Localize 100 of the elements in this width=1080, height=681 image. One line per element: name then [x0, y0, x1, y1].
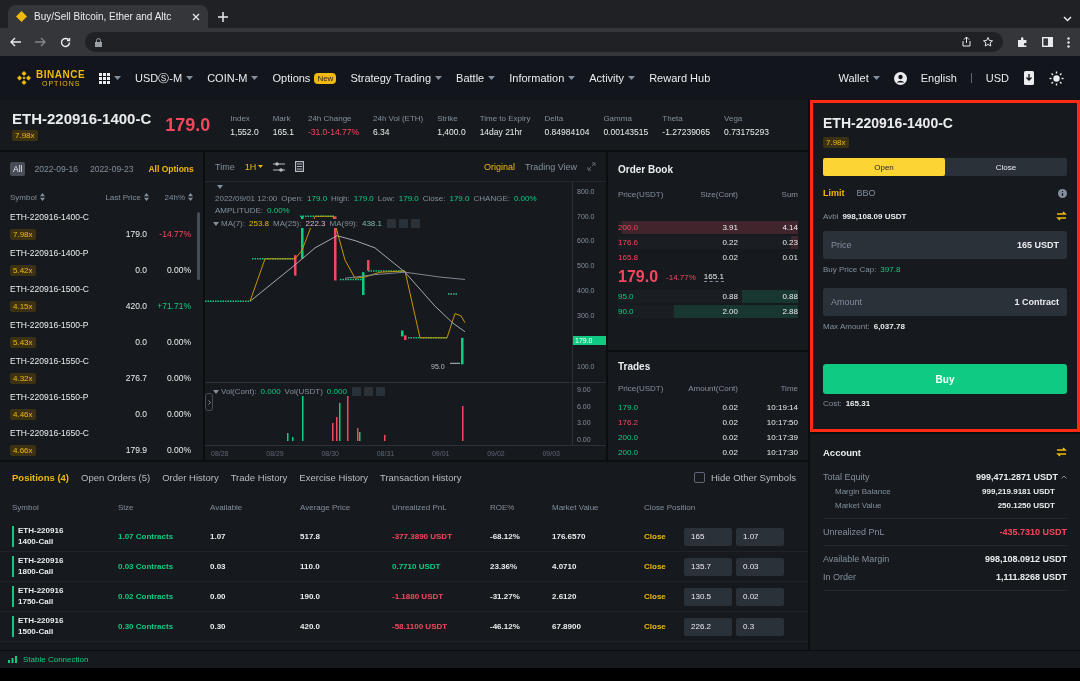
option-row[interactable]: ETH-220916-1550-C 4.32x 276.7 0.00%	[0, 352, 203, 388]
user-icon[interactable]	[893, 71, 907, 85]
chevron-down-icon[interactable]	[1063, 16, 1072, 22]
positions-tab[interactable]: Exercise History	[299, 471, 368, 483]
candle	[367, 260, 370, 271]
checkbox[interactable]	[694, 471, 705, 483]
option-row[interactable]: ETH-220916-1500-C 4.15x 420.0 +71.71%	[0, 280, 203, 316]
close-price-field[interactable]: 130.5	[684, 587, 732, 606]
positions-tab[interactable]: Order History	[162, 471, 219, 483]
puzzle-icon[interactable]	[1017, 36, 1028, 48]
expiry-filter[interactable]: 2022-09-23	[86, 162, 137, 176]
apps-menu-button[interactable]	[99, 72, 122, 84]
nav-menu-item[interactable]: Battle	[456, 72, 496, 84]
position-size: 0.02 Contracts	[118, 592, 175, 601]
column-header: Amount(Cont)	[687, 383, 738, 393]
option-price: 0.0	[134, 265, 147, 275]
sun-icon[interactable]	[1049, 70, 1064, 86]
positions-tab[interactable]: Positions (4)	[12, 471, 69, 483]
chevron-up-icon[interactable]	[1061, 475, 1067, 479]
new-badge: New	[314, 72, 337, 84]
collapse-icon[interactable]	[213, 221, 219, 226]
star-icon[interactable]	[983, 37, 993, 47]
close-price-field[interactable]: 135.7	[684, 557, 732, 576]
menu-icon[interactable]	[1067, 36, 1070, 48]
browser-tab[interactable]: Buy/Sell Bitcoin, Ether and Altc	[8, 5, 208, 28]
book-price[interactable]: 90.0	[618, 307, 678, 316]
nav-menu-item[interactable]: Activity	[589, 72, 636, 84]
close-price-field[interactable]: 226.2	[684, 617, 732, 636]
option-row[interactable]: ETH-220916-1550-P 4.46x 0.0 0.00%	[0, 388, 203, 424]
option-row[interactable]: ETH-220916-1650-C 4.66x 179.9 0.00%	[0, 424, 203, 460]
close-link[interactable]: Close	[644, 562, 680, 571]
swap-icon[interactable]	[1056, 211, 1067, 221]
side-tab[interactable]: Open	[823, 158, 945, 176]
close-amount-field[interactable]: 1.07	[736, 527, 784, 546]
sort-icon[interactable]	[39, 193, 45, 201]
sidebar-icon[interactable]	[1042, 37, 1053, 47]
nav-menu-item[interactable]: Strategy Trading	[350, 72, 443, 84]
book-price[interactable]: 200.0	[618, 223, 678, 232]
amount-field[interactable]: Amount 1 Contract	[823, 288, 1067, 316]
column-header: Size	[118, 502, 135, 512]
expiry-filter[interactable]: 2022-09-16	[31, 162, 81, 176]
close-link[interactable]: Close	[644, 622, 680, 631]
expand-icon[interactable]	[587, 162, 596, 171]
nav-menu-item[interactable]: USDⓈ-M	[135, 70, 194, 86]
positions-tab[interactable]: Open Orders (5)	[81, 471, 151, 483]
info-icon[interactable]	[1058, 188, 1067, 198]
chart-view-tab[interactable]: Trading View	[524, 161, 577, 172]
swap-icon[interactable]	[1056, 447, 1067, 457]
trade-price: 179.0	[618, 403, 640, 412]
collapse-icon[interactable]	[213, 389, 219, 394]
collapse-icon[interactable]	[217, 185, 223, 189]
option-row[interactable]: ETH-220916-1400-C 7.98x 179.0 -14.77%	[0, 208, 203, 244]
nav-menu-item[interactable]: Reward Hub	[649, 72, 711, 84]
close-link[interactable]: Close	[644, 592, 680, 601]
all-options-link[interactable]: All Options	[148, 164, 194, 174]
ledger-icon[interactable]	[295, 161, 305, 172]
close-link[interactable]: Close	[644, 532, 680, 541]
account-value: 998,108.0912 USDT	[984, 554, 1067, 564]
reload-icon[interactable]	[60, 36, 71, 48]
price-field[interactable]: Price 165 USDT	[823, 231, 1067, 259]
share-icon[interactable]	[962, 37, 971, 47]
close-amount-field[interactable]: 0.03	[736, 557, 784, 576]
expand-handle[interactable]	[205, 393, 213, 411]
sort-icon[interactable]	[188, 193, 193, 201]
wallet-menu[interactable]: Wallet	[838, 72, 880, 84]
leverage-tag: 7.98x	[10, 228, 36, 240]
language-selector[interactable]: English	[920, 72, 957, 84]
option-row[interactable]: ETH-220916-1500-P 5.43x 0.0 0.00%	[0, 316, 203, 352]
close-amount-field[interactable]: 0.3	[736, 617, 784, 636]
stat-label: 24h Change	[307, 113, 353, 123]
book-price[interactable]: 165.8	[618, 253, 678, 262]
side-tab[interactable]: Close	[945, 158, 1067, 176]
option-row[interactable]: ETH-220916-1400-P 5.42x 0.0 0.00%	[0, 244, 203, 280]
scrollbar[interactable]	[197, 212, 200, 280]
nav-menu-item[interactable]: COIN-M	[207, 72, 259, 84]
table-cell-text: -31.27%	[490, 592, 521, 601]
book-price[interactable]: 95.0	[618, 292, 678, 301]
sliders-icon[interactable]	[273, 161, 286, 172]
chart-view-tab[interactable]: Original	[483, 161, 515, 172]
column-header: Size(Cont)	[699, 189, 738, 199]
sort-icon[interactable]	[144, 193, 149, 201]
table-cell-text: -68.12%	[490, 532, 521, 541]
back-icon[interactable]	[10, 37, 21, 47]
close-amount-field[interactable]: 0.02	[736, 587, 784, 606]
positions-tab[interactable]: Trade History	[230, 471, 288, 483]
currency-selector[interactable]: USD	[985, 72, 1009, 84]
column-header: 24h%	[164, 192, 185, 202]
phone-download-icon[interactable]	[1023, 71, 1035, 85]
positions-tab[interactable]: Transaction History	[379, 471, 462, 483]
nav-menu-item[interactable]: Information	[509, 72, 576, 84]
close-icon[interactable]	[192, 12, 200, 21]
interval-selector[interactable]: 1H	[244, 161, 264, 172]
book-price[interactable]: 176.6	[618, 238, 678, 247]
nav-menu-item[interactable]: Options New	[272, 72, 337, 84]
order-type-tab[interactable]: Limit	[823, 188, 845, 198]
order-type-tab[interactable]: BBO	[856, 188, 876, 198]
expiry-filter[interactable]: All	[10, 162, 26, 176]
close-price-field[interactable]: 165	[684, 527, 732, 546]
new-tab-icon[interactable]	[218, 12, 228, 22]
forward-icon[interactable]	[35, 37, 46, 47]
